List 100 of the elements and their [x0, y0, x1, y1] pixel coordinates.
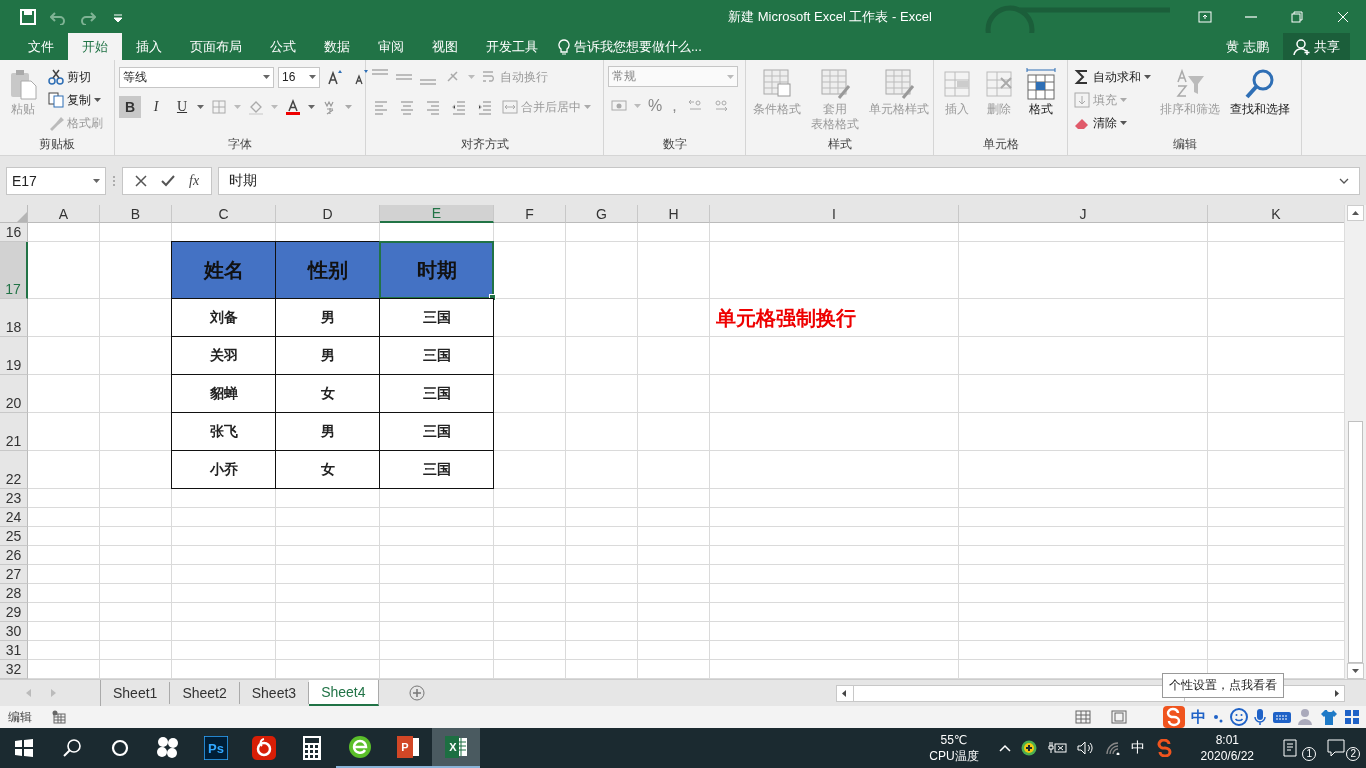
ribbon-tab[interactable]: 插入: [122, 33, 176, 60]
column-header[interactable]: A: [28, 205, 100, 223]
user-name: 黄 志鹏: [1226, 37, 1269, 56]
font-name-field[interactable]: 等线: [119, 66, 274, 88]
align-center-icon: [399, 99, 415, 115]
check-icon[interactable]: [161, 174, 175, 187]
sheet-tab[interactable]: Sheet2: [170, 682, 240, 704]
sigma-icon: [1074, 69, 1090, 85]
ribbon-button[interactable]: 自动求和: [1072, 66, 1153, 88]
ribbon-button[interactable]: 清除: [1072, 112, 1153, 134]
page-layout-icon[interactable]: [1111, 710, 1127, 724]
ime-language[interactable]: 中: [1191, 707, 1206, 727]
name-box[interactable]: E17: [6, 166, 106, 195]
row-header[interactable]: 18: [0, 299, 28, 337]
taskbar-app[interactable]: X: [432, 728, 480, 768]
ribbon-tab[interactable]: 公式: [256, 33, 310, 60]
sheet-tab[interactable]: Sheet4: [309, 680, 379, 706]
ribbon-tab[interactable]: 视图: [418, 33, 472, 60]
taskbar-app[interactable]: Ps: [192, 728, 240, 768]
row-header[interactable]: 27: [0, 565, 28, 584]
task-view-icon: [110, 738, 130, 758]
format-button[interactable]: I: [145, 96, 167, 118]
formula-field[interactable]: 时期: [218, 166, 1360, 195]
column-header[interactable]: K: [1208, 205, 1344, 223]
row-header[interactable]: 20: [0, 375, 28, 413]
microphone-icon[interactable]: [1254, 708, 1266, 726]
save-button[interactable]: [18, 6, 38, 27]
ribbon-tab[interactable]: 数据: [310, 33, 364, 60]
column-header[interactable]: C: [172, 205, 276, 223]
table-header-cell[interactable]: 时期: [379, 241, 494, 299]
normal-view-icon[interactable]: [1075, 710, 1091, 724]
row-header[interactable]: 29: [0, 603, 28, 622]
tiles-icon[interactable]: [1344, 709, 1360, 725]
row-header[interactable]: 22: [0, 451, 28, 489]
sheet-tab[interactable]: Sheet1: [101, 682, 171, 704]
row-header[interactable]: 19: [0, 337, 28, 375]
vertical-scrollbar[interactable]: [1344, 205, 1366, 679]
row-header[interactable]: 31: [0, 641, 28, 660]
conditional-format-icon: [761, 68, 793, 100]
insert-function-button[interactable]: fx: [189, 172, 200, 189]
row-header[interactable]: 16: [0, 223, 28, 242]
volume-icon[interactable]: [1076, 741, 1095, 755]
column-header[interactable]: I: [710, 205, 959, 223]
caret-icon: [345, 105, 352, 109]
borders-icon: [211, 99, 227, 115]
ribbon-tab[interactable]: 页面布局: [176, 33, 256, 60]
number-format-field[interactable]: 常规: [608, 66, 738, 87]
ribbon-button[interactable]: 复制: [46, 89, 105, 111]
emoji-icon[interactable]: [1230, 708, 1248, 726]
ribbon-tab[interactable]: 开发工具: [472, 33, 552, 60]
pinwheel-icon: [156, 736, 180, 760]
tooltip: 个性设置，点我看看: [1162, 673, 1284, 698]
row-header[interactable]: 17: [0, 242, 28, 299]
column-header[interactable]: J: [959, 205, 1208, 223]
table-cell[interactable]: 三国: [379, 298, 494, 337]
column-header[interactable]: D: [276, 205, 380, 223]
sogou-logo-icon[interactable]: [1163, 706, 1185, 728]
battery-icon[interactable]: [1046, 741, 1067, 755]
wifi-icon[interactable]: [1104, 741, 1121, 755]
row-header[interactable]: 26: [0, 546, 28, 565]
table-header-cell[interactable]: 姓名: [171, 241, 276, 299]
tell-me-field[interactable]: 告诉我您想要做什么...: [574, 37, 702, 56]
notification-icon[interactable]: [1326, 738, 1346, 758]
row-header[interactable]: 21: [0, 413, 28, 451]
font-size-field[interactable]: 16: [278, 66, 320, 88]
row-header[interactable]: 23: [0, 489, 28, 508]
format-button[interactable]: U: [171, 96, 193, 118]
column-header[interactable]: G: [566, 205, 638, 223]
row-header[interactable]: 32: [0, 660, 28, 679]
security-icon[interactable]: [1020, 740, 1037, 756]
column-header[interactable]: B: [100, 205, 172, 223]
shirt-icon[interactable]: [1320, 709, 1338, 725]
ribbon-button[interactable]: 格式: [1022, 66, 1060, 135]
table-header-cell[interactable]: 性别: [275, 241, 380, 299]
column-header[interactable]: F: [494, 205, 566, 223]
row-header[interactable]: 30: [0, 622, 28, 641]
decrease-decimal-icon: [712, 98, 729, 114]
clock-time[interactable]: 8:01: [1215, 732, 1239, 748]
clock-date[interactable]: 2020/6/22: [1200, 748, 1254, 764]
chevron-up-icon[interactable]: [998, 744, 1011, 752]
table-cell[interactable]: 三国: [379, 450, 494, 489]
cancel-icon[interactable]: [135, 174, 147, 187]
share-button[interactable]: 共享: [1283, 33, 1350, 60]
row-header[interactable]: 28: [0, 584, 28, 603]
row-header[interactable]: 24: [0, 508, 28, 527]
input-language[interactable]: 中: [1130, 739, 1145, 757]
format-button[interactable]: B: [119, 96, 141, 118]
user-icon[interactable]: [1298, 708, 1314, 726]
table-cell[interactable]: 小乔: [171, 450, 276, 489]
ribbon-button[interactable]: 剪切: [46, 66, 105, 88]
ribbon-tab[interactable]: 开始: [68, 33, 122, 60]
ribbon-tab[interactable]: 文件: [14, 33, 68, 60]
column-header[interactable]: H: [638, 205, 710, 223]
column-header[interactable]: E: [380, 205, 494, 223]
keyboard-icon[interactable]: [1272, 710, 1292, 724]
ribbon-button[interactable]: 查找和选择: [1227, 66, 1293, 135]
row-header[interactable]: 25: [0, 527, 28, 546]
macro-icon[interactable]: [52, 710, 66, 724]
ribbon-tab[interactable]: 审阅: [364, 33, 418, 60]
app-icon-letter: P: [401, 741, 409, 753]
